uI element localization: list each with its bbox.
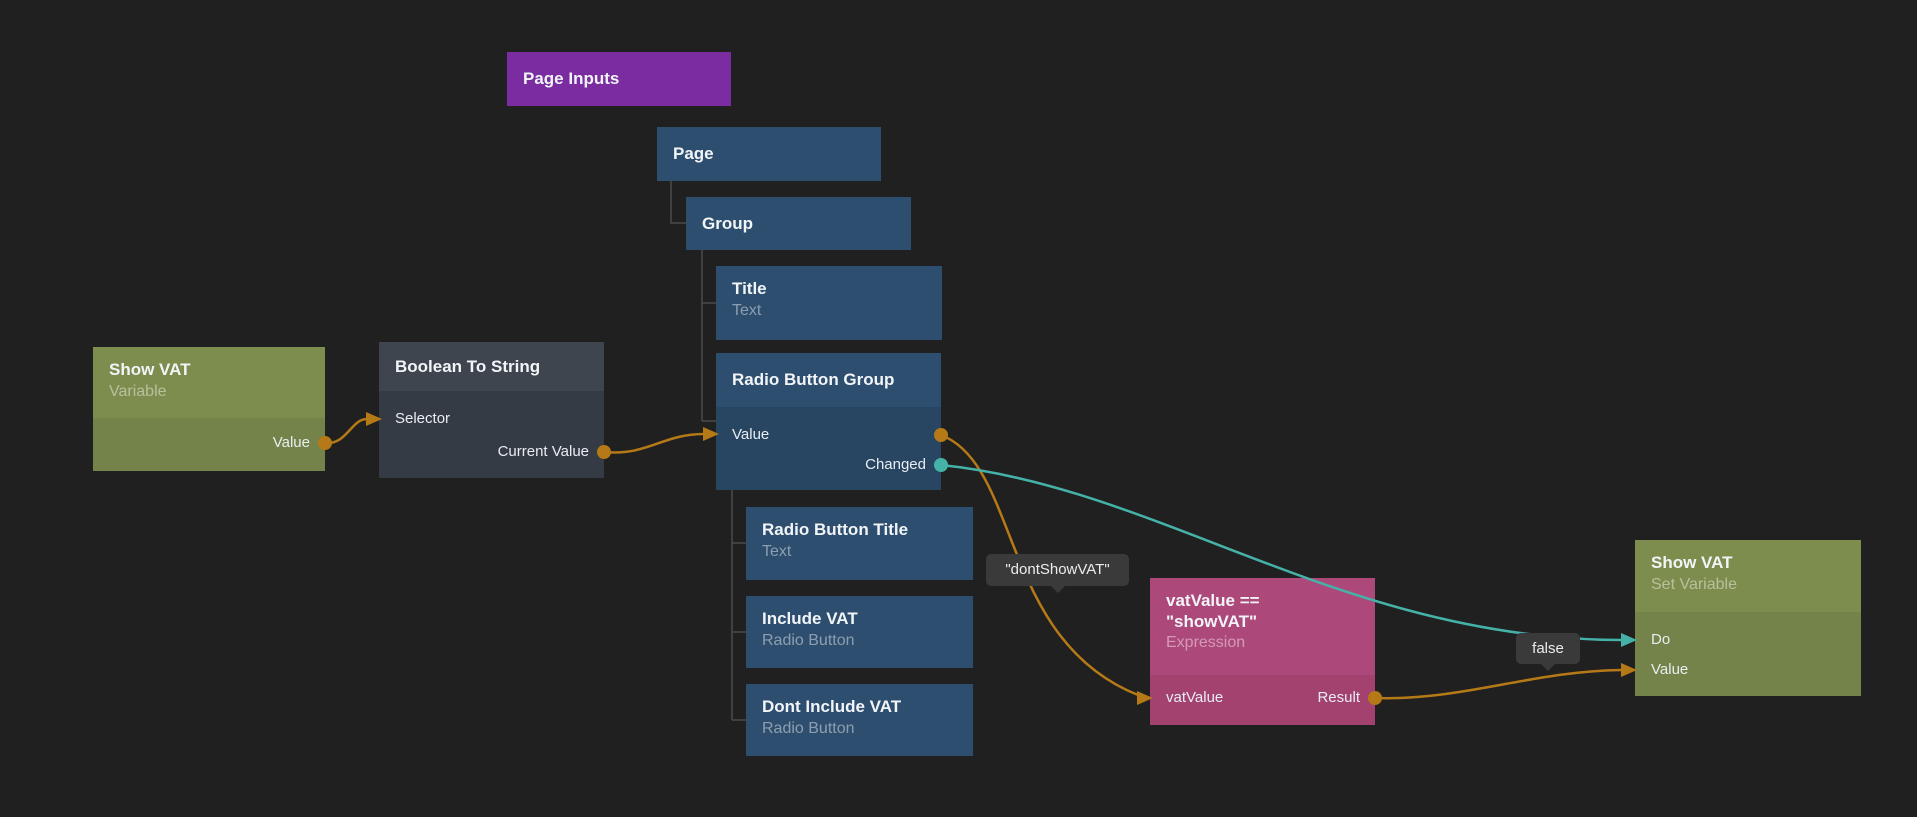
node-set-variable[interactable]: Show VAT Set Variable Do Value xyxy=(1635,540,1861,696)
connection-value-text: "dontShowVAT" xyxy=(1005,561,1109,578)
node-title-line2: "showVAT" xyxy=(1166,611,1359,632)
connection-value-label-dontshowvat: "dontShowVAT" xyxy=(986,554,1129,586)
tooltip-pointer-icon xyxy=(1050,585,1066,593)
node-subtitle: Radio Button xyxy=(762,630,957,651)
node-page-inputs[interactable]: Page Inputs xyxy=(507,52,731,106)
node-subtitle: Text xyxy=(732,300,926,321)
wire-result-to-value[interactable] xyxy=(1375,670,1622,698)
node-title: Dont Include VAT xyxy=(762,696,957,718)
node-radio-button-group[interactable]: Radio Button Group Value Changed xyxy=(716,353,941,490)
node-title-line1: vatValue == xyxy=(1166,590,1359,611)
node-show-vat-variable[interactable]: Show VAT Variable Value xyxy=(93,347,325,471)
port-value-output[interactable]: Value xyxy=(273,432,310,454)
node-title: Include VAT xyxy=(762,608,957,630)
port-value-input[interactable]: Value xyxy=(732,424,769,446)
port-result-output[interactable]: Result xyxy=(1317,687,1360,709)
connection-value-label-false: false xyxy=(1516,633,1580,664)
port-current-value-output[interactable]: Current Value xyxy=(498,441,589,463)
port-vatvalue-input[interactable]: vatValue xyxy=(1166,687,1223,709)
node-group[interactable]: Group xyxy=(686,197,911,250)
node-title: Show VAT xyxy=(1651,552,1845,574)
node-subtitle: Expression xyxy=(1166,632,1359,653)
node-expression[interactable]: vatValue == "showVAT" Expression vatValu… xyxy=(1150,578,1375,725)
wire-currentvalue-to-value[interactable] xyxy=(604,434,704,452)
node-title: Boolean To String xyxy=(395,356,540,378)
node-subtitle: Variable xyxy=(109,381,309,402)
node-title: Group xyxy=(702,213,753,235)
port-do-input[interactable]: Do xyxy=(1651,629,1670,651)
node-title: Title xyxy=(732,278,926,300)
tooltip-pointer-icon xyxy=(1540,663,1556,671)
node-include-vat[interactable]: Include VAT Radio Button xyxy=(746,596,973,668)
node-page[interactable]: Page xyxy=(657,127,881,181)
node-title: Page Inputs xyxy=(523,68,619,90)
node-title: Radio Button Group xyxy=(732,369,894,391)
node-title: Radio Button Title xyxy=(762,519,957,541)
node-title: Page xyxy=(673,143,714,165)
port-changed-output[interactable]: Changed xyxy=(865,454,926,476)
connection-value-text: false xyxy=(1532,640,1564,657)
node-subtitle: Set Variable xyxy=(1651,574,1845,595)
port-value-input[interactable]: Value xyxy=(1651,659,1688,681)
wire-value-to-selector[interactable] xyxy=(325,419,367,443)
node-boolean-to-string[interactable]: Boolean To String Selector Current Value xyxy=(379,342,604,478)
port-selector-input[interactable]: Selector xyxy=(395,408,450,430)
node-subtitle: Text xyxy=(762,541,957,562)
node-title: Show VAT xyxy=(109,359,309,381)
node-radio-button-title[interactable]: Radio Button Title Text xyxy=(746,507,973,580)
node-graph-canvas[interactable]: Page Inputs Page Group Title Text Radio … xyxy=(0,0,1917,817)
node-dont-include-vat[interactable]: Dont Include VAT Radio Button xyxy=(746,684,973,756)
node-title-text[interactable]: Title Text xyxy=(716,266,942,340)
node-subtitle: Radio Button xyxy=(762,718,957,739)
